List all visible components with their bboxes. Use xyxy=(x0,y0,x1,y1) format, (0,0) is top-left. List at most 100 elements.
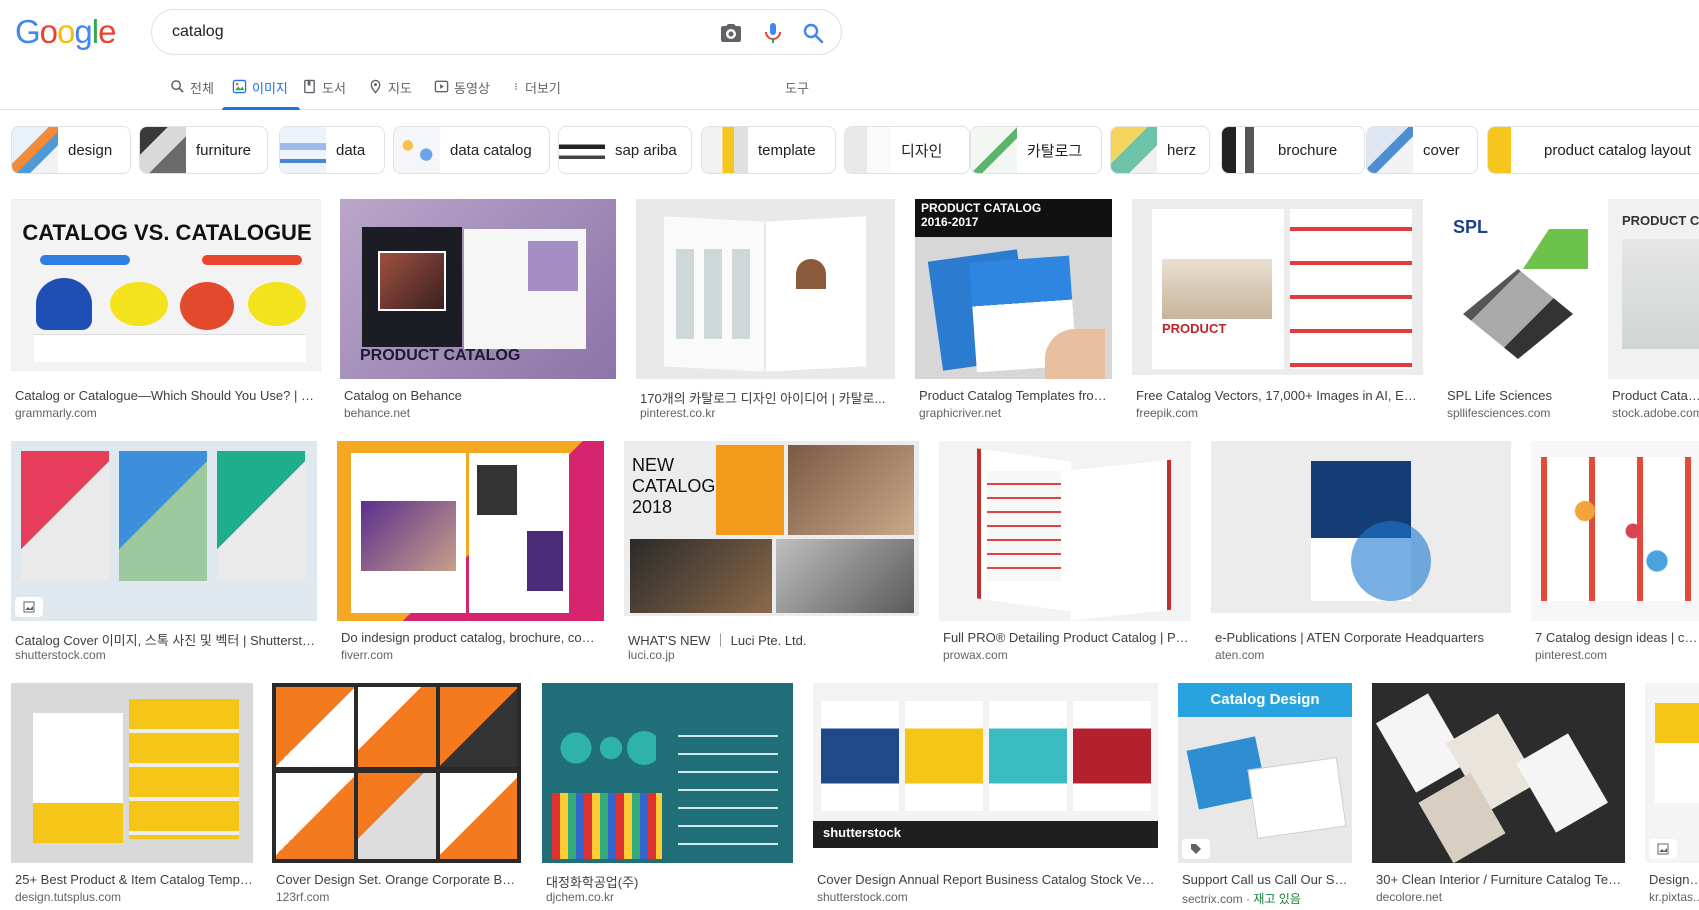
result-thumbnail[interactable]: SPL xyxy=(1443,199,1588,379)
result-title[interactable]: Support Call us Call Our Sup... xyxy=(1182,872,1352,887)
result-thumbnail[interactable] xyxy=(1531,441,1699,621)
chip-cover[interactable]: cover xyxy=(1366,126,1478,174)
result-card[interactable]: 30+ Clean Interior / Furniture Catalog T… xyxy=(1372,683,1625,908)
chip-herz[interactable]: herz xyxy=(1110,126,1210,174)
result-title[interactable]: Catalog Cover 이미지, 스톡 사진 및 벡터 | Shutters… xyxy=(15,630,317,649)
result-title[interactable]: e-Publications | ATEN Corporate Headquar… xyxy=(1215,630,1511,645)
result-thumbnail[interactable] xyxy=(939,441,1191,621)
result-source[interactable]: decolore.net xyxy=(1376,890,1625,904)
result-card[interactable]: 대정화학공업(주) djchem.co.kr xyxy=(542,683,793,908)
result-source[interactable]: shutterstock.com xyxy=(15,648,317,662)
result-title[interactable]: Product Catalog... xyxy=(1612,388,1699,403)
chip-design[interactable]: design xyxy=(11,126,131,174)
result-thumbnail[interactable] xyxy=(272,683,521,863)
result-source[interactable]: pinterest.com xyxy=(1535,648,1699,662)
result-title[interactable]: Catalog or Catalogue—Which Should You Us… xyxy=(15,388,321,403)
result-card[interactable]: PRODUCT CA Product Catalog... stock.adob… xyxy=(1608,199,1699,424)
result-card[interactable]: 170개의 카탈로그 디자인 아이디어 | 카탈로... pinterest.c… xyxy=(636,199,895,424)
result-source[interactable]: grammarly.com xyxy=(15,406,321,420)
chip-data[interactable]: data xyxy=(279,126,385,174)
result-source[interactable]: sectrix.com · 재고 있음 xyxy=(1182,890,1352,907)
result-title[interactable]: Cover Design Set. Orange Corporate Busin… xyxy=(276,872,521,887)
result-thumbnail[interactable] xyxy=(11,683,253,863)
result-card[interactable]: PRODUCT CATALOG 2016-2017 Product Catalo… xyxy=(915,199,1112,424)
tools-button[interactable]: 도구 xyxy=(785,72,809,110)
result-title[interactable]: Product Catalog Templates from... xyxy=(919,388,1112,403)
result-card[interactable]: shutterstock Cover Design Annual Report … xyxy=(813,683,1158,908)
tab-all[interactable]: 전체 xyxy=(170,72,214,110)
result-thumbnail[interactable]: shutterstock xyxy=(813,683,1158,848)
result-card[interactable]: PRODUCT Free Catalog Vectors, 17,000+ Im… xyxy=(1132,199,1423,424)
result-thumbnail[interactable] xyxy=(1372,683,1625,863)
result-source[interactable]: aten.com xyxy=(1215,648,1511,662)
result-source[interactable]: graphicriver.net xyxy=(919,406,1112,420)
tab-videos[interactable]: 동영상 xyxy=(434,72,490,110)
result-card[interactable]: Design c... kr.pixtas... xyxy=(1645,683,1699,908)
result-title[interactable]: 170개의 카탈로그 디자인 아이디어 | 카탈로... xyxy=(640,388,895,407)
tab-images[interactable]: 이미지 xyxy=(222,72,300,110)
result-title[interactable]: Design c... xyxy=(1649,872,1699,887)
search-icon[interactable] xyxy=(801,21,825,45)
tab-more[interactable]: 더보기 xyxy=(512,72,561,110)
result-thumbnail[interactable]: Catalog Design xyxy=(1178,683,1352,863)
result-source[interactable]: stock.adobe.com xyxy=(1612,406,1699,420)
chip-brochure[interactable]: brochure xyxy=(1221,126,1365,174)
result-card[interactable]: Do indesign product catalog, brochure, c… xyxy=(337,441,604,666)
result-thumbnail[interactable]: PRODUCT CA xyxy=(1608,199,1699,379)
result-thumbnail[interactable] xyxy=(1645,683,1699,863)
result-title[interactable]: Cover Design Annual Report Business Cata… xyxy=(817,872,1158,887)
result-card[interactable]: CATALOG VS. CATALOGUE Catalog or Catalog… xyxy=(11,199,321,424)
search-input[interactable]: catalog xyxy=(172,23,224,41)
result-title[interactable]: SPL Life Sciences xyxy=(1447,388,1588,403)
result-source[interactable]: behance.net xyxy=(344,406,616,420)
result-thumbnail[interactable]: PRODUCT CATALOG xyxy=(340,199,616,379)
result-thumbnail[interactable] xyxy=(11,441,317,621)
google-logo[interactable]: Google xyxy=(15,13,116,51)
result-source[interactable]: luci.co.jp xyxy=(628,648,919,662)
result-thumbnail[interactable]: PRODUCT xyxy=(1132,199,1423,375)
result-source[interactable]: pinterest.co.kr xyxy=(640,406,895,420)
result-card[interactable]: Cover Design Set. Orange Corporate Busin… xyxy=(272,683,521,908)
chip-design-ko[interactable]: 디자인 xyxy=(844,126,970,174)
result-thumbnail[interactable] xyxy=(337,441,604,621)
result-thumbnail[interactable] xyxy=(1211,441,1511,613)
chip-furniture[interactable]: furniture xyxy=(139,126,268,174)
result-thumbnail[interactable]: PRODUCT CATALOG 2016-2017 xyxy=(915,199,1112,379)
result-title[interactable]: 7 Catalog design ideas | cata... xyxy=(1535,630,1699,645)
result-card[interactable]: Full PRO® Detailing Product Catalog | PR… xyxy=(939,441,1191,666)
search-box[interactable]: catalog xyxy=(151,9,842,55)
result-source[interactable]: prowax.com xyxy=(943,648,1191,662)
chip-data-catalog[interactable]: data catalog xyxy=(393,126,550,174)
result-source[interactable]: fiverr.com xyxy=(341,648,604,662)
result-card[interactable]: e-Publications | ATEN Corporate Headquar… xyxy=(1211,441,1511,666)
tab-books[interactable]: 도서 xyxy=(302,72,346,110)
result-thumbnail[interactable]: NEW CATALOG 2018 xyxy=(624,441,919,616)
result-card[interactable]: 25+ Best Product & Item Catalog Templa..… xyxy=(11,683,253,908)
result-title[interactable]: Catalog on Behance xyxy=(344,388,616,403)
result-title[interactable]: WHAT'S NEW ｜ Luci Pte. Ltd. xyxy=(628,630,919,649)
result-source[interactable]: djchem.co.kr xyxy=(546,890,793,904)
result-source[interactable]: kr.pixtas... xyxy=(1649,890,1699,904)
result-source[interactable]: spllifesciences.com xyxy=(1447,406,1588,420)
result-title[interactable]: 25+ Best Product & Item Catalog Templa..… xyxy=(15,872,253,887)
result-source[interactable]: design.tutsplus.com xyxy=(15,890,253,904)
camera-icon[interactable] xyxy=(719,21,743,45)
result-title[interactable]: Full PRO® Detailing Product Catalog | PR… xyxy=(943,630,1191,645)
result-thumbnail[interactable] xyxy=(542,683,793,863)
result-thumbnail[interactable]: CATALOG VS. CATALOGUE xyxy=(11,199,321,371)
chip-catalog-ko[interactable]: 카탈로그 xyxy=(970,126,1102,174)
result-source[interactable]: freepik.com xyxy=(1136,406,1423,420)
result-source[interactable]: shutterstock.com xyxy=(817,890,1158,904)
result-card[interactable]: NEW CATALOG 2018 WHAT'S NEW ｜ Luci Pte. … xyxy=(624,441,919,666)
result-card[interactable]: 7 Catalog design ideas | cata... pintere… xyxy=(1531,441,1699,666)
tab-maps[interactable]: 지도 xyxy=(368,72,412,110)
result-card[interactable]: Catalog Design Support Call us Call Our … xyxy=(1178,683,1352,908)
result-title[interactable]: Free Catalog Vectors, 17,000+ Images in … xyxy=(1136,388,1423,403)
result-title[interactable]: 대정화학공업(주) xyxy=(546,872,793,891)
chip-template[interactable]: template xyxy=(701,126,836,174)
chip-sap-ariba[interactable]: sap ariba xyxy=(558,126,692,174)
result-source[interactable]: 123rf.com xyxy=(276,890,521,904)
result-title[interactable]: Do indesign product catalog, brochure, c… xyxy=(341,630,604,645)
microphone-icon[interactable] xyxy=(761,21,785,45)
result-card[interactable]: Catalog Cover 이미지, 스톡 사진 및 벡터 | Shutters… xyxy=(11,441,317,666)
